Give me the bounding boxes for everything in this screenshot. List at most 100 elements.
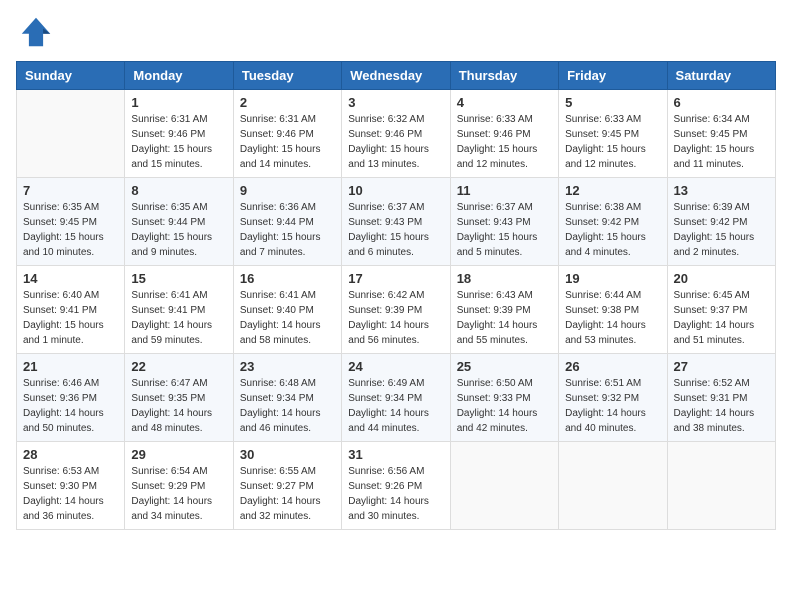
column-header-sunday: Sunday xyxy=(17,62,125,90)
day-number: 18 xyxy=(457,271,552,286)
day-number: 29 xyxy=(131,447,226,462)
calendar-cell: 10 Sunrise: 6:37 AM Sunset: 9:43 PM Dayli… xyxy=(342,178,450,266)
day-number: 10 xyxy=(348,183,443,198)
day-number: 26 xyxy=(565,359,660,374)
calendar-cell: 19 Sunrise: 6:44 AM Sunset: 9:38 PM Dayli… xyxy=(559,266,667,354)
calendar-cell: 16 Sunrise: 6:41 AM Sunset: 9:40 PM Dayli… xyxy=(233,266,341,354)
calendar-cell: 17 Sunrise: 6:42 AM Sunset: 9:39 PM Dayli… xyxy=(342,266,450,354)
calendar-cell: 4 Sunrise: 6:33 AM Sunset: 9:46 PM Daylig… xyxy=(450,90,558,178)
page-header xyxy=(16,16,776,53)
calendar-cell xyxy=(450,442,558,530)
cell-content: Sunrise: 6:33 AM Sunset: 9:45 PM Dayligh… xyxy=(565,112,660,172)
calendar-cell: 27Sunrise: 6:52 AM Sunset: 9:31 PM Dayli… xyxy=(667,354,775,442)
day-number: 16 xyxy=(240,271,335,286)
day-number: 3 xyxy=(348,95,443,110)
calendar-week-row: 1 Sunrise: 6:31 AM Sunset: 9:46 PM Daylig… xyxy=(17,90,776,178)
day-number: 6 xyxy=(674,95,769,110)
calendar-cell: 25 Sunrise: 6:50 AM Sunset: 9:33 PM Dayli… xyxy=(450,354,558,442)
cell-content: Sunrise: 6:36 AM Sunset: 9:44 PM Dayligh… xyxy=(240,200,335,260)
calendar-cell xyxy=(559,442,667,530)
calendar-cell: 5 Sunrise: 6:33 AM Sunset: 9:45 PM Daylig… xyxy=(559,90,667,178)
day-number: 7 xyxy=(23,183,118,198)
day-number: 15 xyxy=(131,271,226,286)
cell-content: Sunrise: 6:37 AM Sunset: 9:43 PM Dayligh… xyxy=(348,200,443,260)
calendar-cell: 2 Sunrise: 6:31 AM Sunset: 9:46 PM Daylig… xyxy=(233,90,341,178)
calendar-cell xyxy=(17,90,125,178)
calendar-cell: 1 Sunrise: 6:31 AM Sunset: 9:46 PM Daylig… xyxy=(125,90,233,178)
cell-content: Sunrise: 6:46 AM Sunset: 9:36 PM Dayligh… xyxy=(23,376,118,436)
calendar-cell: 9 Sunrise: 6:36 AM Sunset: 9:44 PM Daylig… xyxy=(233,178,341,266)
cell-content: Sunrise: 6:50 AM Sunset: 9:33 PM Dayligh… xyxy=(457,376,552,436)
cell-content: Sunrise: 6:39 AM Sunset: 9:42 PM Dayligh… xyxy=(674,200,769,260)
day-number: 20 xyxy=(674,271,769,286)
day-number: 13 xyxy=(674,183,769,198)
cell-content: Sunrise: 6:43 AM Sunset: 9:39 PM Dayligh… xyxy=(457,288,552,348)
calendar-cell: 20Sunrise: 6:45 AM Sunset: 9:37 PM Dayli… xyxy=(667,266,775,354)
day-number: 9 xyxy=(240,183,335,198)
cell-content: Sunrise: 6:52 AM Sunset: 9:31 PM Dayligh… xyxy=(674,376,769,436)
cell-content: Sunrise: 6:41 AM Sunset: 9:40 PM Dayligh… xyxy=(240,288,335,348)
day-number: 31 xyxy=(348,447,443,462)
cell-content: Sunrise: 6:31 AM Sunset: 9:46 PM Dayligh… xyxy=(131,112,226,172)
day-number: 12 xyxy=(565,183,660,198)
cell-content: Sunrise: 6:34 AM Sunset: 9:45 PM Dayligh… xyxy=(674,112,769,172)
day-number: 24 xyxy=(348,359,443,374)
day-number: 30 xyxy=(240,447,335,462)
cell-content: Sunrise: 6:49 AM Sunset: 9:34 PM Dayligh… xyxy=(348,376,443,436)
day-number: 28 xyxy=(23,447,118,462)
calendar-cell: 6 Sunrise: 6:34 AM Sunset: 9:45 PM Daylig… xyxy=(667,90,775,178)
column-header-friday: Friday xyxy=(559,62,667,90)
calendar-cell xyxy=(667,442,775,530)
day-number: 1 xyxy=(131,95,226,110)
cell-content: Sunrise: 6:44 AM Sunset: 9:38 PM Dayligh… xyxy=(565,288,660,348)
cell-content: Sunrise: 6:54 AM Sunset: 9:29 PM Dayligh… xyxy=(131,464,226,524)
day-number: 11 xyxy=(457,183,552,198)
day-number: 25 xyxy=(457,359,552,374)
calendar-cell: 30 Sunrise: 6:55 AM Sunset: 9:27 PM Dayli… xyxy=(233,442,341,530)
day-number: 21 xyxy=(23,359,118,374)
calendar-cell: 28Sunrise: 6:53 AM Sunset: 9:30 PM Dayli… xyxy=(17,442,125,530)
calendar-cell: 21 Sunrise: 6:46 AM Sunset: 9:36 PM Dayli… xyxy=(17,354,125,442)
day-number: 2 xyxy=(240,95,335,110)
calendar-cell: 11 Sunrise: 6:37 AM Sunset: 9:43 PM Dayli… xyxy=(450,178,558,266)
cell-content: Sunrise: 6:56 AM Sunset: 9:26 PM Dayligh… xyxy=(348,464,443,524)
calendar-week-row: 28Sunrise: 6:53 AM Sunset: 9:30 PM Dayli… xyxy=(17,442,776,530)
day-number: 8 xyxy=(131,183,226,198)
day-number: 19 xyxy=(565,271,660,286)
column-header-saturday: Saturday xyxy=(667,62,775,90)
calendar-table: SundayMondayTuesdayWednesdayThursdayFrid… xyxy=(16,61,776,530)
calendar-cell: 24 Sunrise: 6:49 AM Sunset: 9:34 PM Dayli… xyxy=(342,354,450,442)
day-number: 14 xyxy=(23,271,118,286)
cell-content: Sunrise: 6:37 AM Sunset: 9:43 PM Dayligh… xyxy=(457,200,552,260)
cell-content: Sunrise: 6:35 AM Sunset: 9:45 PM Dayligh… xyxy=(23,200,118,260)
cell-content: Sunrise: 6:38 AM Sunset: 9:42 PM Dayligh… xyxy=(565,200,660,260)
calendar-week-row: 14 Sunrise: 6:40 AM Sunset: 9:41 PM Dayli… xyxy=(17,266,776,354)
logo-icon xyxy=(20,16,52,48)
column-header-thursday: Thursday xyxy=(450,62,558,90)
calendar-week-row: 7 Sunrise: 6:35 AM Sunset: 9:45 PM Daylig… xyxy=(17,178,776,266)
calendar-cell: 13 Sunrise: 6:39 AM Sunset: 9:42 PM Dayli… xyxy=(667,178,775,266)
cell-content: Sunrise: 6:41 AM Sunset: 9:41 PM Dayligh… xyxy=(131,288,226,348)
calendar-cell: 7 Sunrise: 6:35 AM Sunset: 9:45 PM Daylig… xyxy=(17,178,125,266)
cell-content: Sunrise: 6:55 AM Sunset: 9:27 PM Dayligh… xyxy=(240,464,335,524)
day-number: 5 xyxy=(565,95,660,110)
calendar-cell: 23 Sunrise: 6:48 AM Sunset: 9:34 PM Dayli… xyxy=(233,354,341,442)
day-number: 22 xyxy=(131,359,226,374)
cell-content: Sunrise: 6:48 AM Sunset: 9:34 PM Dayligh… xyxy=(240,376,335,436)
cell-content: Sunrise: 6:42 AM Sunset: 9:39 PM Dayligh… xyxy=(348,288,443,348)
cell-content: Sunrise: 6:31 AM Sunset: 9:46 PM Dayligh… xyxy=(240,112,335,172)
calendar-cell: 3Sunrise: 6:32 AM Sunset: 9:46 PM Daylig… xyxy=(342,90,450,178)
column-header-monday: Monday xyxy=(125,62,233,90)
calendar-cell: 22Sunrise: 6:47 AM Sunset: 9:35 PM Dayli… xyxy=(125,354,233,442)
day-number: 17 xyxy=(348,271,443,286)
cell-content: Sunrise: 6:51 AM Sunset: 9:32 PM Dayligh… xyxy=(565,376,660,436)
cell-content: Sunrise: 6:40 AM Sunset: 9:41 PM Dayligh… xyxy=(23,288,118,348)
cell-content: Sunrise: 6:33 AM Sunset: 9:46 PM Dayligh… xyxy=(457,112,552,172)
day-number: 4 xyxy=(457,95,552,110)
calendar-cell: 12 Sunrise: 6:38 AM Sunset: 9:42 PM Dayli… xyxy=(559,178,667,266)
calendar-cell: 15 Sunrise: 6:41 AM Sunset: 9:41 PM Dayli… xyxy=(125,266,233,354)
calendar-week-row: 21 Sunrise: 6:46 AM Sunset: 9:36 PM Dayli… xyxy=(17,354,776,442)
calendar-cell: 8Sunrise: 6:35 AM Sunset: 9:44 PM Daylig… xyxy=(125,178,233,266)
calendar-cell: 31 Sunrise: 6:56 AM Sunset: 9:26 PM Dayli… xyxy=(342,442,450,530)
day-number: 23 xyxy=(240,359,335,374)
